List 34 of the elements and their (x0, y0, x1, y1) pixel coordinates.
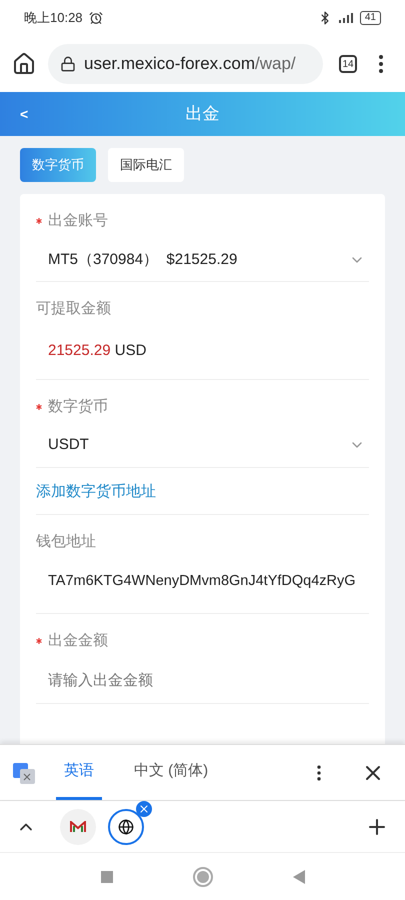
tab-thumbnail[interactable] (108, 808, 144, 844)
recents-icon[interactable] (100, 870, 112, 882)
globe-icon (118, 818, 134, 834)
mail-icon (70, 820, 86, 832)
home-icon[interactable] (12, 52, 36, 76)
tab-thumbnail[interactable] (60, 808, 96, 844)
back-nav-icon[interactable] (292, 870, 304, 884)
language-tab[interactable]: 中文 (简体) (126, 745, 216, 800)
address-bar[interactable]: user.mexico-forex.com/wap/ (48, 44, 323, 84)
available-amount: 21525.29 USD (48, 342, 146, 358)
back-button[interactable]: < (20, 104, 28, 124)
status-time: 晚上10:28 (24, 9, 83, 28)
add-address-link[interactable]: 添加数字货币地址 (36, 482, 156, 500)
wallet-address: TA7m6KTG4WNenyDMvm8GnJ4tYfDQq4zRyG (48, 573, 356, 589)
tab-count-button[interactable]: 14 (339, 55, 357, 73)
amount-input[interactable]: 请输入出金金额 (48, 670, 369, 692)
required-mark-icon (36, 404, 42, 410)
field-label: 出金账号 (48, 211, 108, 231)
field-label: 可提取金额 (36, 299, 111, 319)
method-tab[interactable]: 国际电汇 (108, 148, 184, 182)
select-field[interactable]: USDT (36, 424, 369, 468)
signal-icon (338, 12, 354, 24)
alarm-icon (88, 11, 103, 25)
page-title: 出金 (186, 103, 220, 126)
required-mark-icon (36, 638, 42, 644)
required-mark-icon (36, 218, 42, 224)
close-badge-icon[interactable] (136, 800, 152, 816)
battery-icon: 41 (360, 11, 381, 25)
lock-icon (60, 56, 76, 72)
field-label: 数字货币 (48, 396, 108, 416)
field-label: 出金金额 (48, 631, 108, 651)
translate-icon (12, 760, 36, 784)
field-label: 钱包地址 (36, 532, 96, 552)
select-field[interactable]: MT5（370984） $21525.29 (36, 238, 369, 282)
